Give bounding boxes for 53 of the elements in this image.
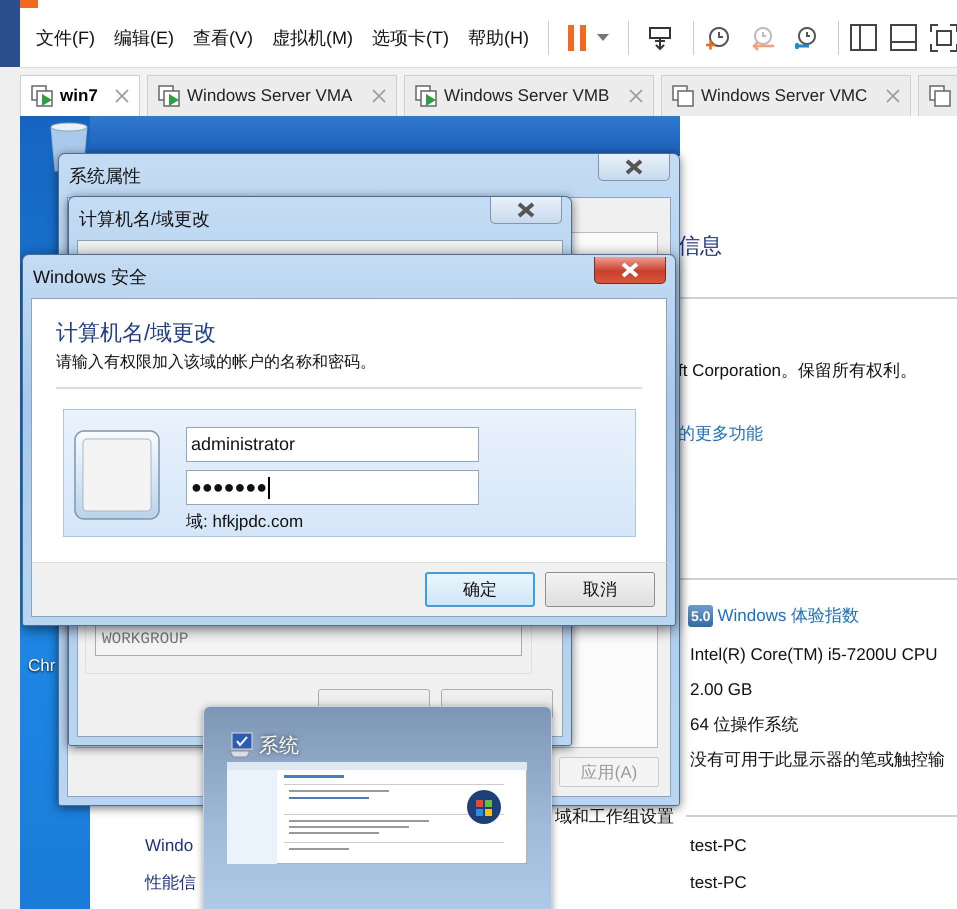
menu-item[interactable]: 查看(V) xyxy=(192,26,253,50)
spec-value: 2.00 GB xyxy=(689,679,754,701)
vm-tab[interactable]: Windows Server VMA xyxy=(147,75,397,116)
dialog-title: Windows 安全 xyxy=(32,266,148,288)
rating-badge: 5.0 xyxy=(688,605,714,627)
fullscreen-icon[interactable] xyxy=(930,24,957,52)
send-keys-icon[interactable] xyxy=(648,24,674,50)
password-field[interactable]: ●●●●●●● xyxy=(186,470,479,505)
ok-button[interactable]: 确定 xyxy=(425,572,535,607)
spec-value: 没有可用于此显示器的笔或触控输 xyxy=(689,749,946,771)
dialog-title: 系统属性 xyxy=(68,164,141,188)
computer-name-value: test-PC xyxy=(690,872,747,892)
menu-item[interactable]: 虚拟机(M) xyxy=(272,26,353,50)
close-icon[interactable] xyxy=(115,89,129,103)
caret-icon[interactable] xyxy=(596,34,609,42)
user-tile-icon xyxy=(74,430,160,520)
domain-label: 域: hfkjpdc.com xyxy=(186,511,304,533)
username-field[interactable]: administrator xyxy=(186,427,479,462)
sidebar-view-icon[interactable] xyxy=(850,24,877,50)
wrench-clock-icon[interactable] xyxy=(792,24,819,50)
vm-tab[interactable]: Windows Server VMC xyxy=(661,75,911,116)
pause-icon[interactable] xyxy=(566,24,587,50)
experience-index-link[interactable]: Windows 体验指数 xyxy=(717,605,860,627)
cancel-button[interactable]: 取消 xyxy=(545,572,655,607)
menu-item[interactable]: 文件(F) xyxy=(36,26,95,50)
menu-item[interactable]: 编辑(E) xyxy=(114,26,174,50)
desktop-icon-label[interactable]: Chr xyxy=(28,656,56,676)
see-also-link[interactable]: Windo xyxy=(145,836,194,856)
close-icon[interactable] xyxy=(624,159,644,175)
app-logo-icon xyxy=(20,0,38,8)
spec-value: 64 位操作系统 xyxy=(689,714,800,736)
section-heading: 域和工作组设置 xyxy=(555,806,674,828)
computer-name-value: test-PC xyxy=(690,836,747,856)
thumbnail-title: 系统 xyxy=(259,734,299,758)
dialog-title: 计算机名/域更改 xyxy=(78,208,210,230)
vm-tab[interactable]: win7 xyxy=(20,75,140,116)
close-icon[interactable] xyxy=(516,202,536,218)
section-heading: 信息 xyxy=(678,233,723,259)
close-button[interactable] xyxy=(598,154,670,181)
close-button[interactable] xyxy=(594,257,666,284)
close-button[interactable] xyxy=(490,197,562,224)
snapshot-icon[interactable] xyxy=(704,24,731,50)
vm-tab[interactable]: Windows Server VMB xyxy=(404,75,654,116)
instruction-text: 请输入有权限加入该域的帐户的名称和密码。 xyxy=(56,352,377,373)
menu-item[interactable]: 选项卡(T) xyxy=(372,26,449,50)
see-also-link[interactable]: 性能信 xyxy=(145,871,196,894)
monitor-icon xyxy=(227,731,255,759)
menu-item[interactable]: 帮助(H) xyxy=(468,26,529,50)
host-desktop-strip xyxy=(0,0,20,67)
spec-value: Intel(R) Core(TM) i5-7200U CPU xyxy=(689,644,938,666)
dialog-heading: 计算机名/域更改 xyxy=(56,320,218,346)
console-view-icon[interactable] xyxy=(890,24,917,50)
text-cursor xyxy=(268,476,270,498)
